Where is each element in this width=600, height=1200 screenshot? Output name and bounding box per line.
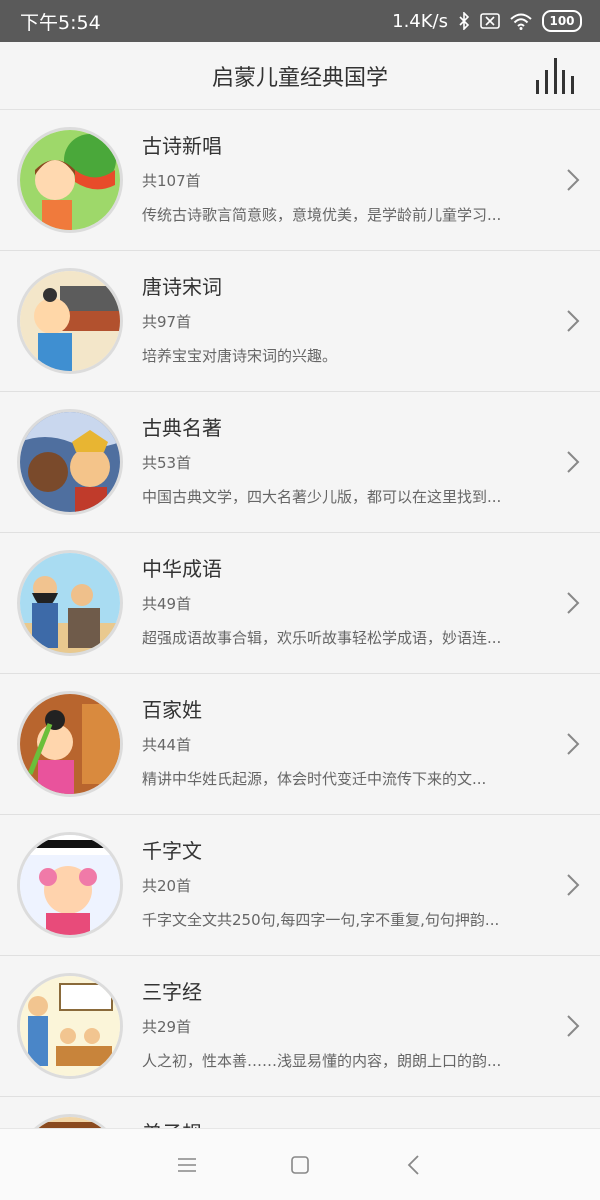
item-title: 中华成语	[142, 557, 222, 581]
chevron-right-icon	[567, 451, 580, 473]
back-button[interactable]	[393, 1145, 433, 1185]
item-count: 共20首	[142, 877, 192, 895]
item-description: 千字文全文共250句,每四字一句,字不重复,句句押韵...	[142, 911, 500, 929]
list-item-tangshi[interactable]: 唐诗宋词 共97首 培养宝宝对唐诗宋词的兴趣。	[0, 251, 600, 392]
cover-image	[17, 832, 123, 938]
item-description: 中国古典文学，四大名著少儿版，都可以在这里找到...	[142, 488, 502, 506]
home-square-icon	[291, 1155, 309, 1174]
item-count: 共53首	[142, 454, 192, 472]
status-bar: 下午5:54 1.4K/s 100	[0, 0, 600, 42]
list-item-mingzhu[interactable]: 古典名著 共53首 中国古典文学，四大名著少儿版，都可以在这里找到...	[0, 392, 600, 533]
chevron-right-icon	[567, 592, 580, 614]
equalizer-bar	[544, 70, 548, 94]
cover-image	[17, 550, 123, 656]
list-item-dizigui[interactable]: 弟子规	[0, 1097, 600, 1128]
menu-button[interactable]	[167, 1145, 207, 1185]
list-item-chengyu[interactable]: 中华成语 共49首 超强成语故事合辑，欢乐听故事轻松学成语，妙语连...	[0, 533, 600, 674]
wifi-icon	[510, 13, 532, 30]
chevron-right-icon	[567, 733, 580, 755]
no-sim-icon	[480, 13, 500, 29]
chevron-right-icon	[567, 169, 580, 191]
cover-image	[17, 268, 123, 374]
item-description: 人之初，性本善……浅显易懂的内容，朗朗上口的韵...	[142, 1052, 502, 1070]
equalizer-bar	[562, 70, 566, 94]
list-item-gushi[interactable]: 古诗新唱 共107首 传统古诗歌言简意赅，意境优美，是学龄前儿童学习...	[0, 110, 600, 251]
item-title: 古典名著	[142, 416, 222, 440]
menu-icon	[177, 1157, 196, 1172]
item-description: 精讲中华姓氏起源，体会时代变迁中流传下来的文...	[142, 770, 487, 788]
home-button[interactable]	[280, 1145, 320, 1185]
item-title: 百家姓	[142, 698, 202, 722]
status-time: 下午5:54	[20, 11, 101, 34]
item-title: 弟子规	[142, 1117, 202, 1128]
item-count: 共107首	[142, 172, 201, 190]
item-title: 千字文	[142, 839, 202, 863]
battery-icon: 100	[542, 10, 582, 32]
page-title: 启蒙儿童经典国学	[211, 65, 388, 91]
status-icons: 1.4K/s 100	[392, 10, 582, 32]
item-description: 培养宝宝对唐诗宋词的兴趣。	[142, 347, 338, 365]
list-item-sanzijing[interactable]: 三字经 共29首 人之初，性本善……浅显易懂的内容，朗朗上口的韵...	[0, 956, 600, 1097]
playing-equalizer-button[interactable]	[536, 58, 574, 94]
chevron-right-icon	[567, 874, 580, 896]
item-count: 共49首	[142, 595, 192, 613]
list-item-qianziwen[interactable]: 千字文 共20首 千字文全文共250句,每四字一句,字不重复,句句押韵...	[0, 815, 600, 956]
item-count: 共29首	[142, 1018, 192, 1036]
item-count: 共97首	[142, 313, 192, 331]
equalizer-bar	[571, 76, 574, 94]
network-speed: 1.4K/s	[392, 10, 448, 32]
item-description: 超强成语故事合辑，欢乐听故事轻松学成语，妙语连...	[142, 629, 502, 647]
item-title: 古诗新唱	[142, 134, 222, 158]
chevron-right-icon	[567, 310, 580, 332]
system-navigation-bar	[0, 1128, 600, 1200]
cover-image	[17, 127, 123, 233]
cover-image	[17, 409, 123, 515]
cover-image	[17, 1114, 123, 1128]
item-count: 共44首	[142, 736, 192, 754]
cover-image	[17, 973, 123, 1079]
item-description: 传统古诗歌言简意赅，意境优美，是学龄前儿童学习...	[142, 206, 502, 224]
category-list: 古诗新唱 共107首 传统古诗歌言简意赅，意境优美，是学龄前儿童学习... 唐诗…	[0, 110, 600, 1128]
item-title: 唐诗宋词	[142, 275, 222, 299]
back-chevron-icon	[408, 1154, 419, 1175]
equalizer-bar	[536, 80, 539, 94]
chevron-right-icon	[567, 1015, 580, 1037]
bluetooth-icon	[458, 12, 470, 30]
list-item-baijiaxing[interactable]: 百家姓 共44首 精讲中华姓氏起源，体会时代变迁中流传下来的文...	[0, 674, 600, 815]
cover-image	[17, 691, 123, 797]
title-bar: 启蒙儿童经典国学	[0, 42, 600, 110]
item-title: 三字经	[142, 980, 202, 1004]
equalizer-bar	[553, 58, 557, 94]
